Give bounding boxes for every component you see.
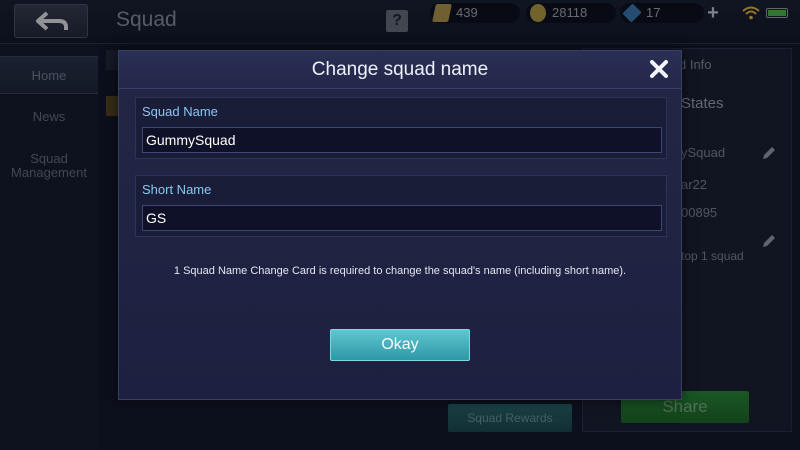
close-icon[interactable] <box>647 57 671 81</box>
dialog-title: Change squad name <box>311 59 489 80</box>
dialog-header: Change squad name <box>119 51 681 89</box>
squad-name-group: Squad Name <box>135 97 667 159</box>
name-change-notice: 1 Squad Name Change Card is required to … <box>173 265 627 277</box>
short-name-group: Short Name <box>135 175 667 237</box>
change-squad-name-dialog: Change squad name Squad Name Short Name … <box>118 50 682 400</box>
squad-name-input[interactable] <box>142 127 662 153</box>
short-name-input[interactable] <box>142 205 662 231</box>
short-name-label: Short Name <box>142 182 212 197</box>
squad-name-label: Squad Name <box>142 104 218 119</box>
okay-button[interactable]: Okay <box>330 329 470 361</box>
